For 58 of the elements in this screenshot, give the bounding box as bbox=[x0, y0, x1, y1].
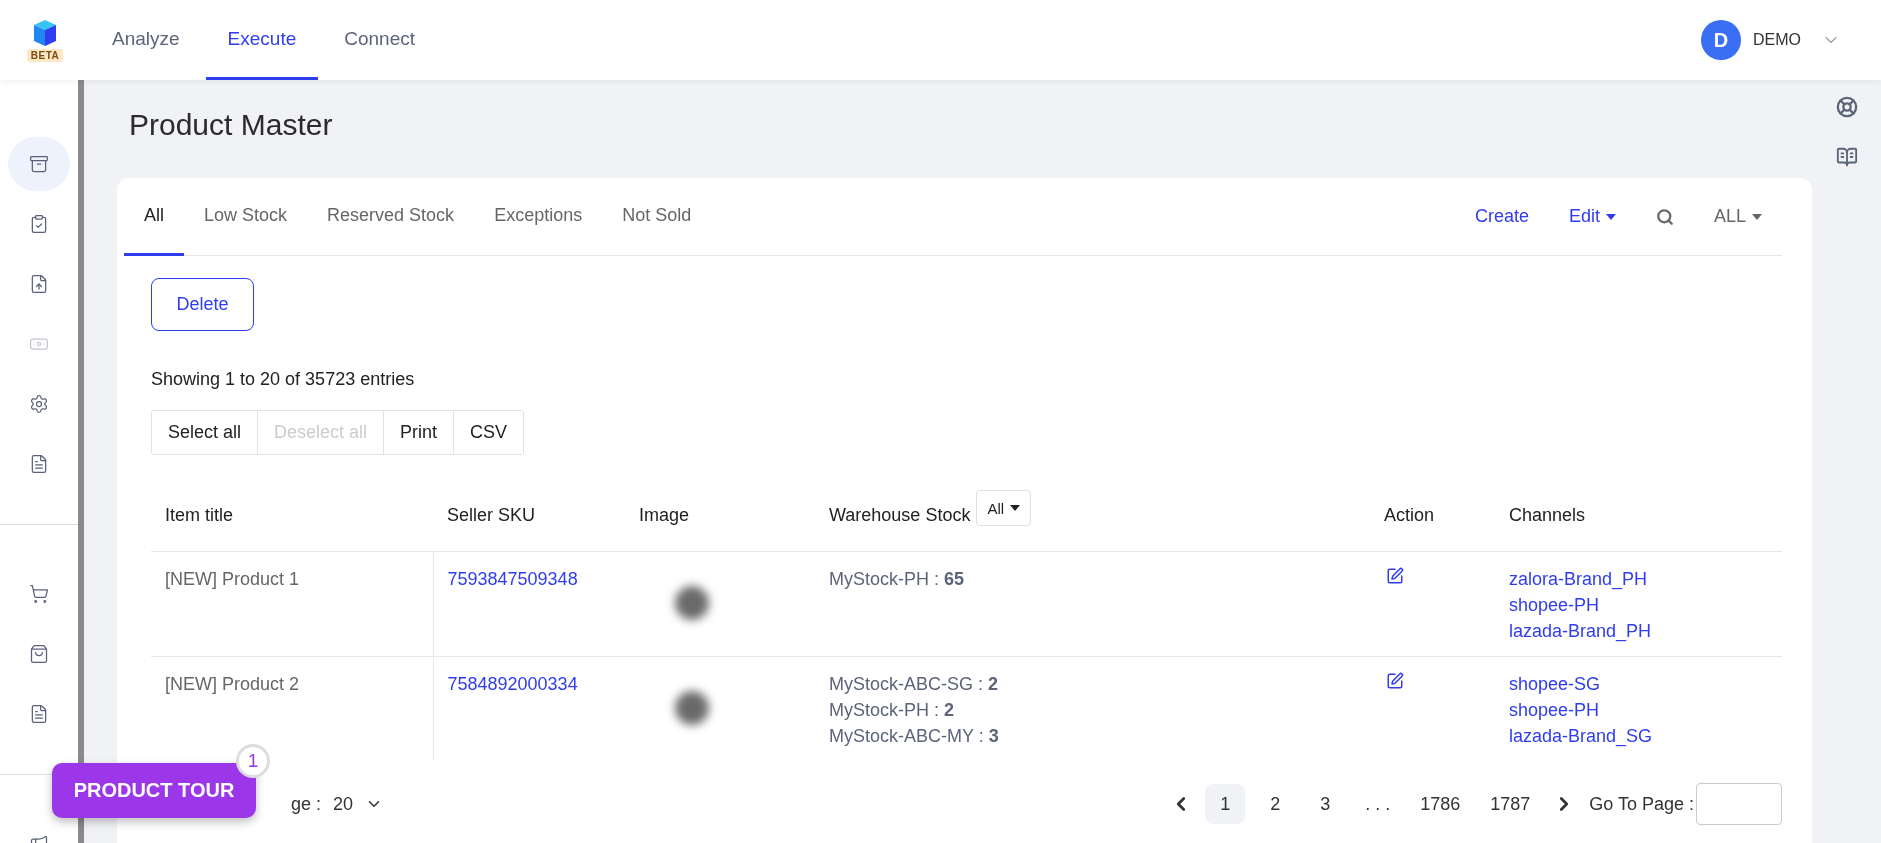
filter-tab[interactable]: Low Stock bbox=[184, 178, 308, 256]
page-title: Product Master bbox=[129, 108, 334, 142]
user-avatar[interactable]: D bbox=[1701, 20, 1741, 60]
item-title: [NEW] Product 1 bbox=[165, 568, 301, 591]
rows-per-page-label: ge : bbox=[291, 793, 322, 815]
column-header: Action bbox=[1384, 504, 1435, 525]
channel-link[interactable]: zalora-Brand_PH bbox=[1509, 566, 1768, 592]
cube-logo-icon bbox=[32, 18, 58, 47]
channel-link[interactable]: shopee-PH bbox=[1509, 592, 1768, 618]
item-title: [NEW] Product 2 bbox=[165, 673, 301, 696]
stock-line: MyStock-ABC-SG : 2 bbox=[829, 673, 1000, 696]
sku-link[interactable]: 7584892000334 bbox=[447, 671, 611, 697]
photo-placeholder bbox=[675, 586, 709, 620]
filter-tab[interactable]: All bbox=[124, 178, 184, 256]
channel-link[interactable]: lazada-Brand_SG bbox=[1509, 723, 1768, 749]
channel-link[interactable]: shopee-SG bbox=[1509, 671, 1768, 697]
scope-dropdown[interactable]: ALL bbox=[1693, 178, 1782, 255]
channel-link[interactable]: lazada-Brand_PH bbox=[1509, 618, 1768, 644]
edit-icon bbox=[1386, 672, 1404, 690]
column-header: Warehouse Stock bbox=[829, 504, 971, 526]
stock-line: MyStock-PH : 65 bbox=[829, 568, 966, 591]
user-name: DEMO bbox=[1753, 31, 1801, 49]
caret-icon bbox=[1752, 213, 1762, 220]
table-action-button[interactable]: CSV bbox=[453, 411, 524, 454]
sidebar-item[interactable] bbox=[8, 137, 70, 191]
photo-placeholder bbox=[675, 691, 709, 725]
entries-summary: Showing 1 to 20 of 35723 entries bbox=[151, 369, 416, 390]
edit-dropdown[interactable]: Edit bbox=[1548, 178, 1636, 255]
search-icon bbox=[1655, 207, 1674, 226]
edit-button[interactable] bbox=[1386, 672, 1404, 690]
stock-line: MyStock-ABC-MY : 3 bbox=[829, 725, 1000, 748]
edit-icon bbox=[1386, 567, 1404, 585]
column-header: Item title bbox=[165, 504, 234, 525]
beta-badge: BETA bbox=[26, 48, 64, 62]
go-to-page-label: Go To Page : bbox=[1589, 793, 1694, 815]
column-header: Seller SKU bbox=[447, 504, 536, 525]
help-icon[interactable] bbox=[1835, 96, 1858, 118]
column-header: Image bbox=[639, 504, 690, 525]
edit-button[interactable] bbox=[1386, 567, 1404, 585]
rows-per-page-dropdown[interactable]: 20 bbox=[327, 792, 390, 816]
stock-line: MyStock-PH : 2 bbox=[829, 699, 956, 722]
filter-tab[interactable]: Reserved Stock bbox=[307, 178, 475, 256]
filter-tab[interactable]: Exceptions bbox=[474, 178, 603, 256]
go-to-page-input[interactable] bbox=[1696, 783, 1782, 825]
sku-link[interactable]: 7593847509348 bbox=[447, 566, 611, 592]
nav-tab[interactable]: Connect bbox=[322, 0, 438, 80]
nav-tab[interactable]: Execute bbox=[205, 0, 319, 80]
nav-tab[interactable]: Analyze bbox=[90, 0, 202, 80]
filter-tab[interactable]: Not Sold bbox=[602, 178, 712, 256]
delete-button[interactable]: Delete bbox=[151, 278, 254, 331]
channel-link[interactable]: shopee-PH bbox=[1509, 697, 1768, 723]
stock-filter-dropdown[interactable]: All bbox=[976, 490, 1032, 526]
column-header: Channels bbox=[1509, 504, 1586, 525]
create-link[interactable]: Create bbox=[1454, 178, 1549, 255]
caret-icon bbox=[1605, 213, 1616, 220]
page-button[interactable]: 1 bbox=[1205, 784, 1246, 824]
book-icon[interactable] bbox=[1835, 146, 1858, 168]
caret-icon bbox=[1010, 505, 1021, 511]
